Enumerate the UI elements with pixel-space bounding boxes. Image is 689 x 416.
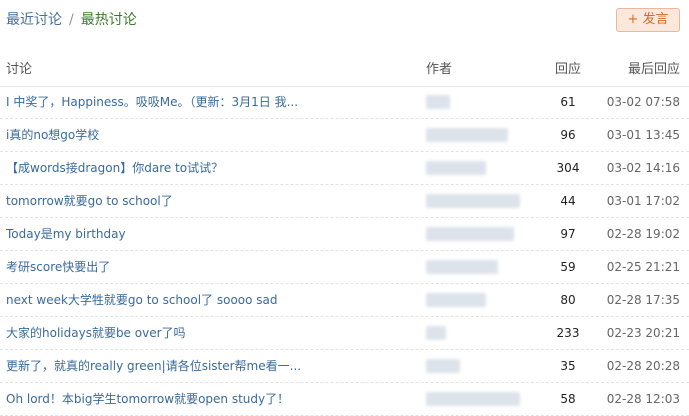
author-avatar-blurred[interactable] bbox=[426, 128, 508, 142]
author-avatar-blurred[interactable] bbox=[426, 359, 460, 373]
table-row: 考研score快要出了 59 02-25 21:21 bbox=[0, 251, 689, 284]
last-reply-time: 02-28 20:28 bbox=[606, 359, 680, 373]
reply-count: 61 bbox=[560, 95, 576, 109]
header-author: 作者 bbox=[426, 62, 453, 77]
last-reply-time: 03-02 14:16 bbox=[606, 161, 680, 175]
reply-count: 59 bbox=[560, 260, 576, 274]
discussion-title-link[interactable]: I 中奖了，Happiness。吸吸Me。（更新：3月1日 我... bbox=[6, 86, 416, 118]
table-header: 讨论 作者 回应 最后回应 bbox=[0, 54, 689, 87]
last-reply-time: 02-28 19:02 bbox=[606, 227, 680, 241]
table-row: tomorrow就要go to school了 44 03-01 17:02 bbox=[0, 185, 689, 218]
table-row: I 中奖了，Happiness。吸吸Me。（更新：3月1日 我... 61 03… bbox=[0, 86, 689, 119]
reply-count: 58 bbox=[560, 392, 576, 406]
last-reply-time: 02-28 12:03 bbox=[606, 392, 680, 406]
author-avatar-blurred[interactable] bbox=[426, 227, 514, 241]
author-avatar-blurred[interactable] bbox=[426, 326, 446, 340]
discussion-tabs: 最近讨论 / 最热讨论 bbox=[6, 10, 137, 30]
last-reply-time: 03-01 17:02 bbox=[606, 194, 680, 208]
reply-count: 233 bbox=[556, 326, 580, 340]
table-row: Today是my birthday 97 02-28 19:02 bbox=[0, 218, 689, 251]
discussion-title-link[interactable]: 大家的holidays就要be over了吗 bbox=[6, 317, 416, 349]
discussion-page: 最近讨论 / 最热讨论 + 发言 讨论 作者 回应 最后回应 I 中奖了，Happi… bbox=[0, 0, 689, 416]
discussion-title-link[interactable]: Oh lord！本big学生tomorrow就要open study了！ bbox=[6, 383, 416, 415]
author-avatar-blurred[interactable] bbox=[426, 161, 486, 175]
reply-count: 80 bbox=[560, 293, 576, 307]
discussion-title-link[interactable]: next week大学牲就要go to school了 soooo sad bbox=[6, 284, 416, 316]
tab-recent[interactable]: 最近讨论 bbox=[6, 12, 62, 28]
table-row: next week大学牲就要go to school了 soooo sad 80… bbox=[0, 284, 689, 317]
tab-separator: / bbox=[69, 12, 74, 28]
last-reply-time: 02-25 21:21 bbox=[606, 260, 680, 274]
reply-count: 44 bbox=[560, 194, 576, 208]
last-reply-time: 02-28 17:35 bbox=[606, 293, 680, 307]
last-reply-time: 02-23 20:21 bbox=[606, 326, 680, 340]
header-last-reply: 最后回应 bbox=[627, 62, 680, 77]
discussion-title-link[interactable]: 【成words接dragon】你dare to试试？ bbox=[6, 152, 416, 184]
table-row: 【成words接dragon】你dare to试试？ 304 03-02 14:… bbox=[0, 152, 689, 185]
header-title: 讨论 bbox=[6, 62, 33, 77]
last-reply-time: 03-02 07:58 bbox=[606, 95, 680, 109]
discussion-title-link[interactable]: i真的no想go学校 bbox=[6, 119, 416, 151]
author-avatar-blurred[interactable] bbox=[426, 392, 520, 406]
reply-count: 97 bbox=[560, 227, 576, 241]
discussion-title-link[interactable]: 更新了，就真的really green|请各位sister帮me看一... bbox=[6, 350, 416, 382]
table-row: i真的no想go学校 96 03-01 13:45 bbox=[0, 119, 689, 152]
author-avatar-blurred[interactable] bbox=[426, 293, 486, 307]
author-avatar-blurred[interactable] bbox=[426, 260, 498, 274]
header-replies: 回应 bbox=[554, 62, 581, 77]
tab-hot[interactable]: 最热讨论 bbox=[81, 12, 137, 28]
plus-icon: + bbox=[627, 12, 639, 27]
reply-count: 96 bbox=[560, 128, 576, 142]
discussion-list: I 中奖了，Happiness。吸吸Me。（更新：3月1日 我... 61 03… bbox=[0, 86, 689, 416]
last-reply-time: 03-01 13:45 bbox=[606, 128, 680, 142]
table-row: 更新了，就真的really green|请各位sister帮me看一... 35… bbox=[0, 350, 689, 383]
author-avatar-blurred[interactable] bbox=[426, 95, 450, 109]
discussion-title-link[interactable]: Today是my birthday bbox=[6, 218, 416, 250]
discussion-title-link[interactable]: 考研score快要出了 bbox=[6, 251, 416, 283]
post-button-label: 发言 bbox=[642, 12, 669, 27]
post-button[interactable]: + 发言 bbox=[616, 8, 680, 32]
reply-count: 304 bbox=[556, 161, 580, 175]
reply-count: 35 bbox=[560, 359, 576, 373]
table-row: 大家的holidays就要be over了吗 233 02-23 20:21 bbox=[0, 317, 689, 350]
discussion-title-link[interactable]: tomorrow就要go to school了 bbox=[6, 185, 416, 217]
table-row: Oh lord！本big学生tomorrow就要open study了！ 58 … bbox=[0, 383, 689, 416]
author-avatar-blurred[interactable] bbox=[426, 194, 520, 208]
